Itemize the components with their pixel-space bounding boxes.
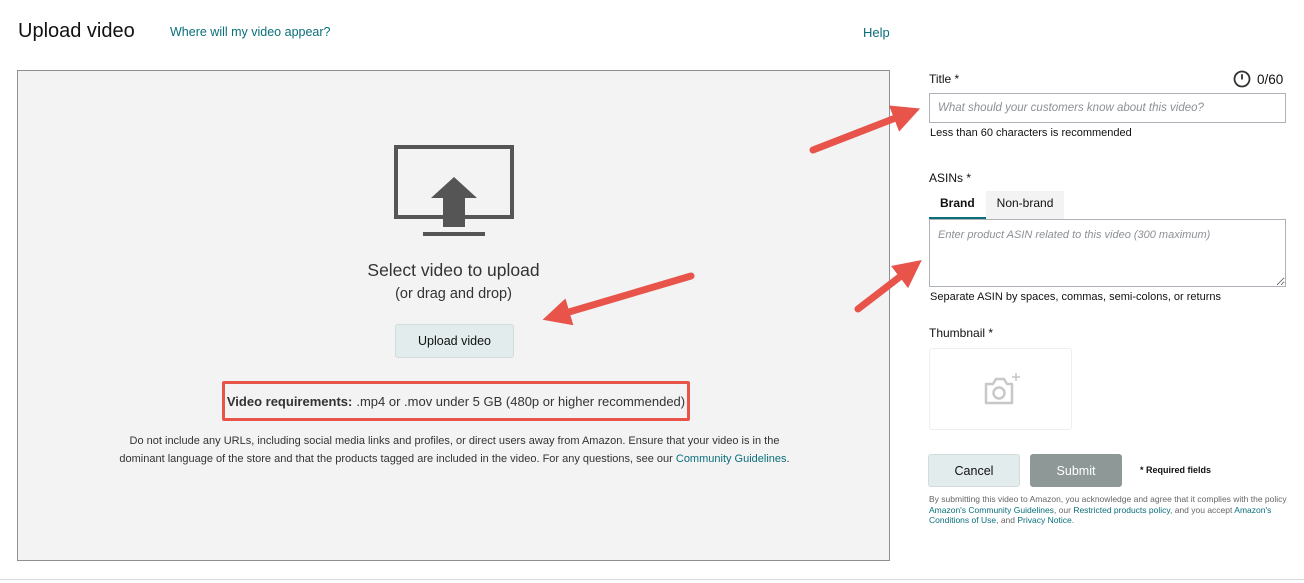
cancel-button[interactable]: Cancel xyxy=(928,454,1020,487)
tab-brand[interactable]: Brand xyxy=(929,191,986,219)
video-dropzone[interactable]: Select video to upload (or drag and drop… xyxy=(17,70,890,561)
bottom-divider xyxy=(0,579,1304,580)
tab-non-brand[interactable]: Non-brand xyxy=(986,191,1065,219)
privacy-notice-link[interactable]: Privacy Notice xyxy=(1017,515,1071,525)
note-end: . xyxy=(786,452,790,465)
title-counter-text: 0/60 xyxy=(1257,71,1284,87)
title-hint: Less than 60 characters is recommended xyxy=(930,127,1132,139)
thumbnail-label: Thumbnail * xyxy=(929,326,994,340)
policy-text-4: , and xyxy=(996,515,1018,525)
where-will-video-appear-link[interactable]: Where will my video appear? xyxy=(170,25,331,39)
monitor-upload-icon xyxy=(394,145,514,236)
asin-input[interactable] xyxy=(929,219,1286,287)
video-requirements-text: .mp4 or .mov under 5 GB (480p or higher … xyxy=(356,393,686,409)
upload-video-button[interactable]: Upload video xyxy=(395,324,514,358)
policy-text-5: . xyxy=(1071,515,1075,525)
required-fields-note: * Required fields xyxy=(1140,465,1212,475)
community-guidelines-policy-link[interactable]: Amazon's Community Guidelines xyxy=(929,505,1054,515)
policy-notice: By submitting this video to Amazon, you … xyxy=(929,494,1289,526)
drag-drop-subtitle: (or drag and drop) xyxy=(395,286,512,302)
title-input[interactable] xyxy=(929,93,1286,123)
title-label: Title * xyxy=(929,72,960,86)
camera-add-icon xyxy=(984,373,1020,405)
title-char-counter: 0/60 xyxy=(1233,70,1283,88)
video-requirements-label: Video requirements: xyxy=(226,393,353,409)
timer-icon xyxy=(1233,70,1251,88)
asin-hint: Separate ASIN by spaces, commas, semi-co… xyxy=(930,291,1222,303)
content-guidelines-note: Do not include any URLs, including socia… xyxy=(118,433,791,468)
page-title: Upload video xyxy=(18,20,135,42)
restricted-products-link[interactable]: Restricted products policy xyxy=(1073,505,1170,515)
select-video-heading: Select video to upload xyxy=(367,260,540,280)
video-requirements: Video requirements: .mp4 or .mov under 5 … xyxy=(222,381,690,421)
asins-label: ASINs * xyxy=(929,171,972,185)
help-link[interactable]: Help xyxy=(863,25,890,40)
community-guidelines-link[interactable]: Community Guidelines xyxy=(676,453,787,465)
policy-text-3: , and you accept xyxy=(1170,504,1235,515)
policy-text-2: , our xyxy=(1053,504,1074,515)
policy-text-1: By submitting this video to Amazon, you … xyxy=(929,494,1287,504)
asin-type-tabs: Brand Non-brand xyxy=(929,191,1065,219)
submit-button[interactable]: Submit xyxy=(1030,454,1122,487)
thumbnail-upload[interactable] xyxy=(929,348,1072,430)
